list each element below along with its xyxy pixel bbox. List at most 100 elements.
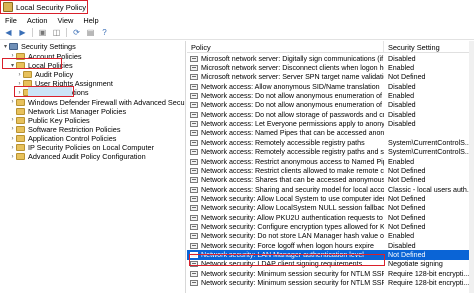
tree-item-advanced-audit-policy-configuration[interactable]: › Advanced Audit Policy Configuration: [9, 152, 146, 161]
back-arrow-icon[interactable]: ◀: [3, 28, 14, 38]
policy-setting-icon: [190, 102, 198, 109]
tree-item-audit-policy[interactable]: › Audit Policy: [16, 70, 74, 79]
policy-row[interactable]: Network security: Allow Local System to …: [187, 194, 474, 203]
policy-cell: Network security: Minimum session securi…: [187, 270, 384, 278]
security-setting-value: Not Defined: [388, 194, 426, 203]
policy-name: Network security: Minimum session securi…: [201, 269, 384, 278]
lan-manager-highlight-box: [189, 254, 385, 266]
policy-row[interactable]: Network access: Restrict anonymous acces…: [187, 157, 474, 166]
tree-item-windows-defender-firewall-with-advanced-security[interactable]: › Windows Defender Firewall with Advanced…: [9, 98, 186, 107]
policy-setting-icon: [190, 167, 198, 174]
policy-row[interactable]: Microsoft network server: Digitally sign…: [187, 54, 474, 63]
navigation-tree: ▾ Security Settings › Account Policies ▾ Loca…: [0, 41, 186, 293]
policy-setting-icon: [190, 280, 198, 287]
policy-row[interactable]: Network access: Do not allow anonymous e…: [187, 91, 474, 100]
tree-item-security-settings[interactable]: ▾ Security Settings: [2, 42, 76, 51]
tree-item-label: Software Restriction Policies: [28, 124, 121, 134]
policy-row[interactable]: Network security: Minimum session securi…: [187, 278, 474, 287]
refresh-icon[interactable]: ⟳: [71, 28, 82, 38]
menu-action[interactable]: Action: [22, 14, 53, 26]
policy-cell: Network security: Force logoff when logo…: [187, 242, 384, 250]
policy-row[interactable]: Network security: Configure encryption t…: [187, 222, 474, 231]
policy-row[interactable]: Network access: Do not allow storage of …: [187, 110, 474, 119]
expand-arrow-icon[interactable]: ›: [9, 117, 16, 123]
menu-file[interactable]: File: [0, 14, 22, 26]
policy-setting-icon: [190, 158, 198, 165]
tree-item-application-control-policies[interactable]: › Application Control Policies: [9, 134, 117, 143]
policy-cell: Network security: Allow PKU2U authentica…: [187, 214, 384, 222]
expand-arrow-icon[interactable]: ›: [9, 145, 16, 151]
policy-cell: Network access: Restrict clients allowed…: [187, 167, 384, 175]
tree-item-public-key-policies[interactable]: › Public Key Policies: [9, 116, 90, 125]
collapse-arrow-icon[interactable]: ▾: [2, 43, 9, 50]
policy-name: Network security: Allow Local System to …: [201, 194, 384, 203]
policy-row[interactable]: Network security: Allow PKU2U authentica…: [187, 213, 474, 222]
policy-row[interactable]: Network access: Named Pipes that can be …: [187, 129, 474, 138]
policy-name: Network access: Do not allow anonymous e…: [201, 92, 384, 101]
policy-setting-icon: [190, 55, 198, 62]
security-setting-value: Disabled: [388, 54, 416, 63]
policy-row[interactable]: Network access: Remotely accessible regi…: [187, 148, 474, 157]
policy-cell: Network security: Configure encryption t…: [187, 223, 384, 231]
security-setting-value: Require 128-bit encrypti...: [388, 269, 470, 278]
column-header-policy[interactable]: Policy: [187, 41, 384, 52]
policy-row[interactable]: Network access: Remotely accessible regi…: [187, 138, 474, 147]
policy-setting-icon: [190, 195, 198, 202]
tree-item-ip-security-policies-on-local-computer[interactable]: › IP Security Policies on Local Computer: [9, 143, 155, 152]
policy-cell: Network security: Allow Local System to …: [187, 195, 384, 203]
policy-row[interactable]: Network security: Allow LocalSystem NULL…: [187, 204, 474, 213]
column-header-security-setting[interactable]: Security Setting: [384, 41, 474, 52]
policy-row[interactable]: Microsoft network server: Disconnect cli…: [187, 63, 474, 72]
expand-arrow-icon[interactable]: ›: [9, 136, 16, 142]
show-hide-tree-icon[interactable]: ◫: [51, 28, 62, 38]
policy-row[interactable]: Network access: Do not allow anonymous e…: [187, 101, 474, 110]
up-folder-icon[interactable]: ▣: [37, 28, 48, 38]
tree-item-label: Windows Defender Firewall with Advanced …: [28, 97, 186, 107]
policy-cell: Microsoft network server: Digitally sign…: [187, 55, 384, 63]
policy-name: Network access: Restrict anonymous acces…: [201, 157, 384, 166]
policy-setting-icon: [190, 139, 198, 146]
menu-help[interactable]: Help: [78, 14, 103, 26]
security-setting-value: Enabled: [388, 157, 415, 166]
policy-name: Network security: Force logoff when logo…: [201, 241, 374, 250]
policy-row[interactable]: Network access: Let Everyone permissions…: [187, 119, 474, 128]
menu-view[interactable]: View: [52, 14, 78, 26]
tree-item-software-restriction-policies[interactable]: › Software Restriction Policies: [9, 124, 121, 134]
policy-name: Network security: Configure encryption t…: [201, 222, 384, 231]
help-icon[interactable]: ?: [99, 28, 110, 38]
policy-cell: Network access: Shares that can be acces…: [187, 176, 384, 184]
policy-name: Network security: Minimum session securi…: [201, 279, 384, 288]
folder-icon: [16, 116, 25, 124]
policy-row[interactable]: Network access: Allow anonymous SID/Name…: [187, 82, 474, 91]
policy-row[interactable]: Microsoft network server: Server SPN tar…: [187, 73, 474, 82]
policy-cell: Network access: Sharing and security mod…: [187, 186, 384, 194]
vertical-scrollbar[interactable]: [469, 41, 474, 293]
policy-list-header: Policy Security Setting: [187, 41, 474, 53]
policy-name: Network access: Named Pipes that can be …: [201, 129, 384, 138]
policy-row[interactable]: Network security: Force logoff when logo…: [187, 241, 474, 250]
policy-setting-icon: [190, 93, 198, 100]
policy-name: Network access: Shares that can be acces…: [201, 176, 384, 185]
forward-arrow-icon[interactable]: ▶: [17, 28, 28, 38]
policy-setting-icon: [190, 74, 198, 81]
export-list-icon[interactable]: ▤: [85, 28, 96, 38]
title-highlight-box: [0, 0, 88, 14]
expand-arrow-icon[interactable]: ›: [9, 126, 16, 132]
security-setting-value: Not Defined: [388, 222, 426, 231]
policy-row[interactable]: Network access: Sharing and security mod…: [187, 185, 474, 194]
policy-row[interactable]: Network access: Restrict clients allowed…: [187, 166, 474, 175]
policy-row[interactable]: Network security: Minimum session securi…: [187, 269, 474, 278]
policy-row[interactable]: Network access: Shares that can be acces…: [187, 176, 474, 185]
policy-row[interactable]: Network security: Do not store LAN Manag…: [187, 232, 474, 241]
expand-arrow-icon[interactable]: ›: [16, 72, 23, 78]
toolbar-separator: [66, 28, 67, 37]
toolbar-separator: [32, 28, 33, 37]
security-setting-value: Enabled: [388, 232, 415, 241]
tree-item-label: Security Settings: [21, 42, 76, 52]
policy-setting-icon: [190, 205, 198, 212]
policy-name: Network access: Allow anonymous SID/Name…: [201, 82, 380, 91]
tree-item-network-list-manager-policies[interactable]: Network List Manager Policies: [9, 107, 126, 116]
expand-arrow-icon[interactable]: ›: [9, 154, 16, 160]
security-setting-value: Classic - local users auth...: [388, 185, 473, 194]
expand-arrow-icon[interactable]: ›: [9, 99, 16, 105]
